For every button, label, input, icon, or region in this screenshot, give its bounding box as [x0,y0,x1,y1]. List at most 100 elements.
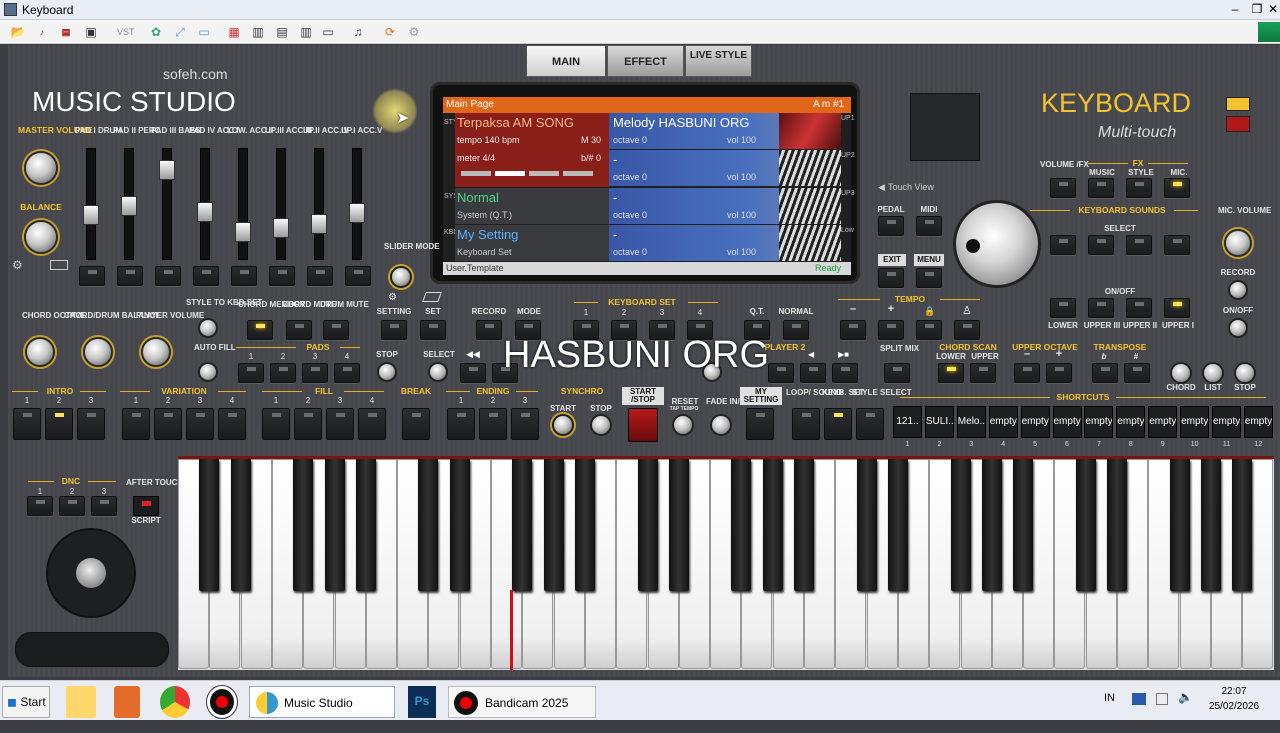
upper-octave-plus-button[interactable] [1046,363,1072,383]
transpose-sharp-button[interactable] [1124,363,1150,383]
minimize-button[interactable]: – [1224,1,1246,18]
style-select-button[interactable] [856,408,884,440]
sound-lower-select[interactable] [1050,235,1076,255]
tempo-plus-button[interactable] [878,320,904,340]
slider-1-button[interactable] [79,266,105,286]
black-key[interactable] [794,459,814,591]
dnc-3-button[interactable] [91,496,117,516]
sound-upper3-select[interactable] [1088,235,1114,255]
synchro-start-knob[interactable] [552,414,574,436]
normal-button[interactable] [783,320,809,340]
network-icon[interactable] [1132,693,1146,705]
black-key[interactable] [1169,459,1190,591]
intro-1-button[interactable] [13,408,41,440]
balance-knob[interactable] [24,220,58,254]
slider-7-button[interactable] [307,266,333,286]
intro-2-button[interactable] [45,408,73,440]
explorer-icon[interactable] [66,686,96,718]
list-knob[interactable] [1202,362,1224,384]
reset-knob[interactable] [672,414,694,436]
black-key[interactable] [731,459,752,591]
tempo-minus-button[interactable] [840,320,866,340]
slider-5-handle[interactable] [235,222,251,242]
setting-button[interactable] [381,320,407,340]
piano-keybed[interactable] [178,456,1274,670]
open-folder-icon[interactable]: 📂 [10,24,26,40]
black-key[interactable] [1013,459,1034,591]
player2-stop-icon[interactable]: ▶■ [838,350,849,359]
midi-button[interactable] [916,216,942,236]
slider-4-handle[interactable] [197,202,213,222]
exit-button[interactable] [878,268,904,288]
upper-octave-minus-button[interactable] [1014,363,1040,383]
chord-scan-upper-button[interactable] [970,363,996,383]
upper2-row[interactable]: - octave 0 vol 100 UP2 [443,150,855,186]
black-key[interactable] [199,459,220,591]
stop-knob[interactable] [1234,362,1256,384]
bandicam-record-icon[interactable] [207,686,237,718]
slider-3-handle[interactable] [159,160,175,180]
black-key[interactable] [950,459,971,591]
auto-fill-knob[interactable] [198,362,218,382]
sound-lower-onoff[interactable] [1050,298,1076,318]
my-setting-button[interactable] [746,408,774,440]
slider-8-button[interactable] [345,266,371,286]
tap-tempo-button[interactable] [954,320,980,340]
player2-btn-1[interactable] [768,363,794,383]
slider-5-button[interactable] [231,266,257,286]
intro-3-button[interactable] [77,408,105,440]
master-volume-knob[interactable] [24,151,58,185]
shortcut-2-button[interactable]: SULI.. [924,406,954,438]
tab-live-style[interactable]: LIVE STYLE [685,45,752,77]
start-stop-button[interactable] [628,408,658,442]
keys-icon[interactable]: ▤ [274,24,290,40]
media-player-icon[interactable] [114,686,140,718]
ribbon-controller[interactable] [15,632,169,667]
ending-2-button[interactable] [479,408,507,440]
black-key[interactable] [512,459,533,591]
black-key[interactable] [887,459,908,591]
rewind-icon[interactable]: ◀◀ [466,349,480,360]
mic-record-knob[interactable] [1228,280,1248,300]
variation-1-button[interactable] [122,408,150,440]
shortcut-10-button[interactable]: empty [1180,406,1210,438]
data-dial[interactable] [953,200,1041,288]
sound-upper2-onoff[interactable] [1126,298,1152,318]
tempo-lock-button[interactable] [916,320,942,340]
shortcut-3-button[interactable]: Melo.. [956,406,986,438]
music-note-icon[interactable]: ♫ [350,24,366,40]
normal-row[interactable]: Normal System (Q.T.) - octave 0 vol 100 … [443,188,855,224]
window-icon[interactable]: ▭ [196,24,212,40]
black-key[interactable] [324,459,345,591]
sound-upper1-onoff[interactable] [1164,298,1190,318]
shortcut-4-button[interactable]: empty [988,406,1018,438]
slider-6-button[interactable] [269,266,295,286]
refresh-icon[interactable]: ⟳ [382,24,398,40]
slider-1-handle[interactable] [83,205,99,225]
black-key[interactable] [1075,459,1096,591]
clock-date[interactable]: 25/02/2026 [1204,701,1264,733]
shortcut-7-button[interactable]: empty [1084,406,1114,438]
chord-knob[interactable] [1170,362,1192,384]
mic-volume-knob[interactable] [1224,229,1252,257]
slider-4-button[interactable] [193,266,219,286]
mic-onoff-knob[interactable] [1228,318,1248,338]
shortcut-11-button[interactable]: empty [1212,406,1241,438]
fx-mic-button[interactable] [1164,178,1190,198]
piano-icon[interactable]: ▥ [298,24,314,40]
photoshop-icon[interactable]: Ps [408,686,436,718]
slider-3-button[interactable] [155,266,181,286]
gear-icon[interactable]: ⚙ [406,24,422,40]
synchro-stop-knob[interactable] [590,414,612,436]
pad-3-button[interactable] [302,363,328,383]
audio-file-icon[interactable]: ▦ [226,24,242,40]
ending-3-button[interactable] [511,408,539,440]
chord-octave-knob[interactable] [25,337,55,367]
shortcut-8-button[interactable]: empty [1116,406,1146,438]
pad-2-button[interactable] [270,363,296,383]
shortcut-1-button[interactable]: 121.. [893,406,922,438]
slider-8-handle[interactable] [349,203,365,223]
dnc-2-button[interactable] [59,496,85,516]
fill-2-button[interactable] [294,408,322,440]
black-key[interactable] [293,459,314,591]
